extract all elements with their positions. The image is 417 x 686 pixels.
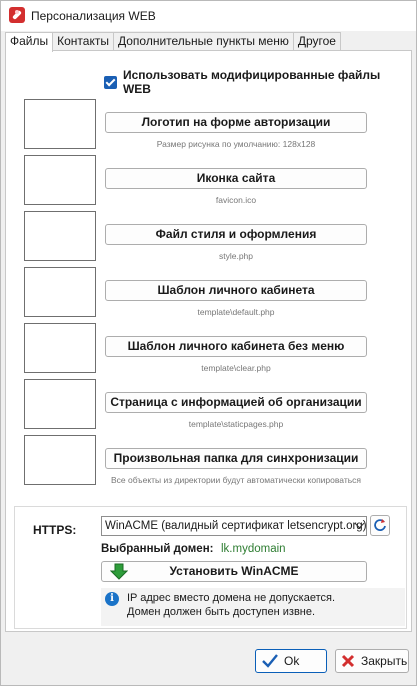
clear-template-hint: template\clear.php — [201, 363, 271, 373]
sync-folder-hint: Все объекты из директории будут автомати… — [110, 475, 362, 485]
https-label: HTTPS: — [33, 523, 77, 537]
favicon-button[interactable]: Иконка сайта — [105, 168, 367, 189]
use-modified-checkbox[interactable] — [104, 75, 117, 89]
tab-files[interactable]: Файлы — [5, 32, 54, 52]
static-page-button[interactable]: Страница с информацией об организации — [105, 392, 367, 413]
style-preview[interactable] — [24, 211, 96, 261]
tab-other[interactable]: Другое — [292, 32, 341, 51]
logo-preview[interactable] — [24, 99, 96, 149]
install-winacme-label: Установить WinACME — [169, 564, 299, 578]
refresh-icon — [374, 519, 386, 531]
tab-strip: Файлы Контакты Дополнительные пункты мен… — [5, 32, 341, 52]
tab-extra-menu[interactable]: Дополнительные пункты меню — [112, 32, 294, 51]
clear-template-button[interactable]: Шаблон личного кабинета без меню — [105, 336, 367, 357]
app-icon — [9, 7, 25, 23]
personalization-window: Персонализация WEB Файлы Контакты Дополн… — [0, 0, 417, 686]
selected-domain-value: lk.mydomain — [221, 543, 286, 555]
info-notice: i IP адрес вместо домена не допускается.… — [101, 588, 405, 626]
https-mode-select[interactable]: WinACME (валидный сертификат letsencrypt… — [101, 516, 367, 536]
static-page-preview[interactable] — [24, 379, 96, 429]
cabinet-template-hint: template\default.php — [197, 307, 275, 317]
style-button[interactable]: Файл стиля и оформления — [105, 224, 367, 245]
info-line-1: IP адрес вместо домена не допускается. — [127, 592, 336, 604]
sync-folder-preview[interactable] — [24, 435, 96, 485]
window-title: Персонализация WEB — [31, 9, 156, 23]
refresh-button[interactable] — [370, 515, 390, 536]
use-modified-label: Использовать модифицированные файлы WEB — [122, 68, 381, 96]
cabinet-template-preview[interactable] — [24, 267, 96, 317]
sync-folder-button[interactable]: Произвольная папка для синхронизации — [105, 448, 367, 469]
https-group: HTTPS: WinACME (валидный сертификат lets… — [14, 506, 407, 629]
close-button[interactable]: Закрыть — [335, 649, 409, 673]
static-page-hint: template\staticpages.php — [188, 419, 284, 429]
info-icon: i — [105, 592, 119, 606]
selected-domain-label: Выбранный домен: — [101, 543, 214, 555]
logo-hint: Размер рисунка по умолчанию: 128x128 — [156, 139, 316, 149]
download-arrow-icon — [110, 563, 128, 580]
favicon-hint: favicon.ico — [215, 195, 257, 205]
info-line-2: Домен должен быть доступен извне. — [127, 606, 316, 618]
close-label: Закрыть — [361, 654, 408, 668]
use-modified-checkbox-row[interactable]: Использовать модифицированные файлы WEB — [104, 68, 411, 96]
files-panel: Использовать модифицированные файлы WEB … — [5, 50, 412, 632]
title-bar: Персонализация WEB — [1, 1, 416, 31]
style-hint: style.php — [218, 251, 254, 261]
ok-button[interactable]: Ok — [255, 649, 327, 673]
close-icon — [341, 654, 355, 668]
tab-contacts[interactable]: Контакты — [52, 32, 114, 51]
ok-label: Ok — [284, 654, 300, 668]
https-mode-value: WinACME (валидный сертификат letsencrypt… — [105, 520, 367, 532]
logo-button[interactable]: Логотип на форме авторизации — [105, 112, 367, 133]
cabinet-template-button[interactable]: Шаблон личного кабинета — [105, 280, 367, 301]
clear-template-preview[interactable] — [24, 323, 96, 373]
info-text: IP адрес вместо домена не допускается. Д… — [127, 591, 335, 619]
check-icon — [262, 654, 278, 668]
favicon-preview[interactable] — [24, 155, 96, 205]
install-winacme-button[interactable]: Установить WinACME — [101, 561, 367, 582]
